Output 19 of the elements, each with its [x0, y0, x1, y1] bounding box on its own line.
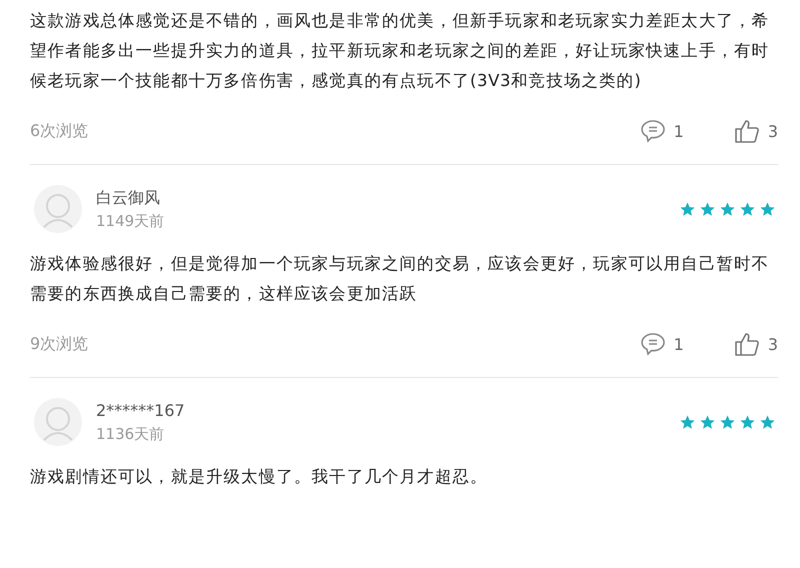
view-count: 6次浏览: [30, 120, 90, 142]
user-name: 白云御风: [96, 187, 161, 209]
comment-icon: [640, 332, 666, 356]
comment-button[interactable]: 1: [640, 119, 684, 143]
thumbs-up-icon: [734, 118, 760, 144]
avatar-icon: [34, 398, 82, 446]
view-count: 9次浏览: [30, 334, 90, 354]
user-name: 2******167: [96, 400, 186, 422]
comment-icon: [640, 119, 666, 143]
avatar-icon: [34, 185, 82, 233]
like-button[interactable]: 3: [734, 331, 778, 357]
comment-button[interactable]: 1: [640, 332, 684, 356]
review-text: 游戏体验感很好，但是觉得加一个玩家与玩家之间的交易，应该会更好，玩家可以用自己暂时不需要的东西换成自己需要的，这样应该会更加活跃: [30, 253, 770, 305]
post-date: 1149天前: [96, 211, 166, 232]
review-text: 这款游戏总体感觉还是不错的，画风也是非常的优美，但新手玩家和老玩家实力差距太大了，希望作者能多出一些提升实力的道具，拉平新玩家和老玩家之间的差距，好让玩家快速上手，有时候老玩家一个技能都十万多倍伤害，感觉真的有点玩不了(3V3和竞技场之类的): [30, 10, 770, 92]
thumbs-up-icon: [734, 331, 760, 357]
review-text: 游戏剧情还可以，就是升级太慢了。我干了几个月才超忍。: [30, 466, 489, 488]
like-button[interactable]: 3: [734, 118, 778, 144]
post-date: 1136天前: [96, 424, 166, 445]
